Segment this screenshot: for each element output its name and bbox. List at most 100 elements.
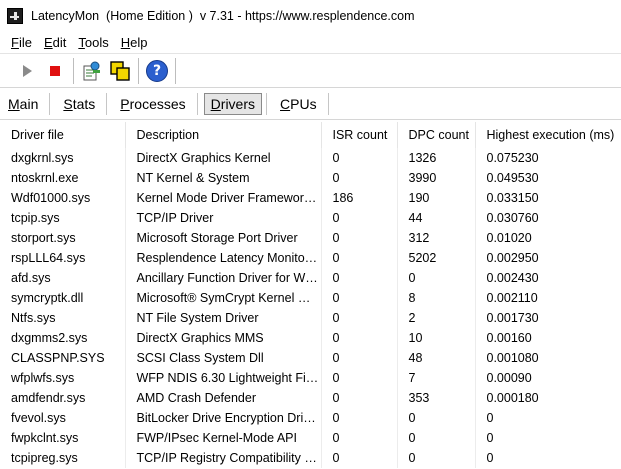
table-row[interactable]: CLASSPNP.SYS SCSI Class System Dll 0 48 0.00… [0,348,621,368]
table-row[interactable]: Wdf01000.sys Kernel Mode Driver Framework… [0,188,621,208]
isr-count-cell: 0 [321,368,398,388]
table-row[interactable]: dxgmms2.sys DirectX Graphics MMS 0 10 0.0016… [0,328,621,348]
highest-execution-cell: 0 [475,428,621,448]
tab-drivers[interactable]: Drivers [203,92,263,115]
toolbar-separator [73,58,74,84]
description-cell: Kernel Mode Driver Framework Runtime [125,188,322,208]
description-cell: SCSI Class System Dll [125,348,322,368]
tab-cpus[interactable]: CPUs [273,93,324,115]
description-cell: Microsoft Storage Port Driver [125,228,322,248]
tab-stats[interactable]: Stats [56,93,102,115]
isr-count-cell: 0 [321,348,398,368]
highest-execution-cell: 0.075230 [475,148,621,168]
help-button[interactable]: ? [143,57,171,85]
highest-execution-cell: 0.049530 [475,168,621,188]
toolbar-separator [175,58,176,84]
menu-help[interactable]: Help [115,35,154,50]
play-icon [22,65,32,77]
driver-file-cell: rspLLL64.sys [0,248,126,268]
highest-execution-cell: 0.002950 [475,248,621,268]
driver-file-cell: CLASSPNP.SYS [0,348,126,368]
tab-separator [196,92,198,115]
dpc-count-cell: 1326 [397,148,476,168]
isr-count-cell: 0 [321,448,398,468]
toolbar: ? [0,53,621,88]
driver-file-cell: amdfendr.sys [0,388,126,408]
table-row[interactable]: ntoskrnl.exe NT Kernel & System 0 3990 0.049… [0,168,621,188]
isr-count-cell: 0 [321,308,398,328]
dpc-count-cell: 0 [397,448,476,468]
tab-separator [266,92,268,115]
table-row[interactable]: afd.sys Ancillary Function Driver for Win… [0,268,621,288]
title-bar: LatencyMon (Home Edition ) v 7.31 - http… [0,0,621,31]
driver-file-cell: fwpkclnt.sys [0,428,126,448]
tab-separator [49,92,51,115]
isr-count-cell: 0 [321,248,398,268]
column-header-highest-execution[interactable]: Highest execution (ms) [475,122,621,148]
dpc-count-cell: 312 [397,228,476,248]
description-cell: DirectX Graphics MMS [125,328,322,348]
driver-file-cell: dxgmms2.sys [0,328,126,348]
drivers-table-container[interactable]: Driver file Description ISR count DPC co… [0,122,621,469]
description-cell: TCP/IP Driver [125,208,322,228]
dpc-count-cell: 0 [397,408,476,428]
highest-execution-cell: 0.000180 [475,388,621,408]
column-header-driver-file[interactable]: Driver file [0,122,126,148]
tab-bar: Main Stats Processes Drivers CPUs [0,87,621,120]
description-cell: WFP NDIS 6.30 Lightweight Filter Driver [125,368,322,388]
menu-file[interactable]: File [0,35,38,50]
table-row[interactable]: symcryptk.dll Microsoft® SymCrypt Kernel … [0,288,621,308]
column-header-description[interactable]: Description [125,122,322,148]
tab-separator [106,92,108,115]
tab-processes[interactable]: Processes [113,93,192,115]
highest-execution-cell: 0.033150 [475,188,621,208]
description-cell: AMD Crash Defender [125,388,322,408]
dpc-count-cell: 2 [397,308,476,328]
driver-file-cell: wfplwfs.sys [0,368,126,388]
dpc-count-cell: 10 [397,328,476,348]
dpc-count-cell: 44 [397,208,476,228]
description-cell: Resplendence Latency Monitoring and Auxi… [125,248,322,268]
highest-execution-cell: 0.00090 [475,368,621,388]
windows-icon [110,61,130,81]
window-title: LatencyMon (Home Edition ) v 7.31 - http… [31,8,415,23]
table-row[interactable]: tcpipreg.sys TCP/IP Registry Compatibilit… [0,448,621,468]
driver-file-cell: Wdf01000.sys [0,188,126,208]
highest-execution-cell: 0 [475,448,621,468]
driver-file-cell: storport.sys [0,228,126,248]
table-row[interactable]: dxgkrnl.sys DirectX Graphics Kernel 0 1326 0… [0,148,621,168]
table-row[interactable]: storport.sys Microsoft Storage Port Drive… [0,228,621,248]
driver-file-cell: afd.sys [0,268,126,288]
windows-button[interactable] [106,57,134,85]
description-cell: NT File System Driver [125,308,322,328]
dpc-count-cell: 8 [397,288,476,308]
column-header-isr-count[interactable]: ISR count [321,122,398,148]
description-cell: DirectX Graphics Kernel [125,148,322,168]
start-button[interactable] [13,57,41,85]
menu-bar: File Edit Tools Help [0,31,621,53]
description-cell: FWP/IPsec Kernel-Mode API [125,428,322,448]
table-row[interactable]: wfplwfs.sys WFP NDIS 6.30 Lightweight Fil… [0,368,621,388]
report-icon [83,61,100,81]
description-cell: Microsoft® SymCrypt Kernel Module [125,288,322,308]
description-cell: Ancillary Function Driver for WinSock [125,268,322,288]
description-cell: BitLocker Drive Encryption Driver [125,408,322,428]
help-icon: ? [146,60,168,82]
highest-execution-cell: 0.001080 [475,348,621,368]
tab-main[interactable]: Main [1,93,45,115]
driver-file-cell: fvevol.sys [0,408,126,428]
menu-edit[interactable]: Edit [38,35,72,50]
table-row[interactable]: fwpkclnt.sys FWP/IPsec Kernel-Mode API 0 0 0 [0,428,621,448]
menu-tools[interactable]: Tools [72,35,114,50]
table-row[interactable]: fvevol.sys BitLocker Drive Encryption Dri… [0,408,621,428]
table-row[interactable]: Ntfs.sys NT File System Driver 0 2 0.001730 [0,308,621,328]
stop-button[interactable] [41,57,69,85]
table-row[interactable]: rspLLL64.sys Resplendence Latency Monitor… [0,248,621,268]
table-row[interactable]: tcpip.sys TCP/IP Driver 0 44 0.030760 [0,208,621,228]
isr-count-cell: 0 [321,328,398,348]
report-button[interactable] [78,57,106,85]
isr-count-cell: 0 [321,268,398,288]
column-header-dpc-count[interactable]: DPC count [397,122,476,148]
table-row[interactable]: amdfendr.sys AMD Crash Defender 0 353 0.0001… [0,388,621,408]
highest-execution-cell: 0 [475,408,621,428]
